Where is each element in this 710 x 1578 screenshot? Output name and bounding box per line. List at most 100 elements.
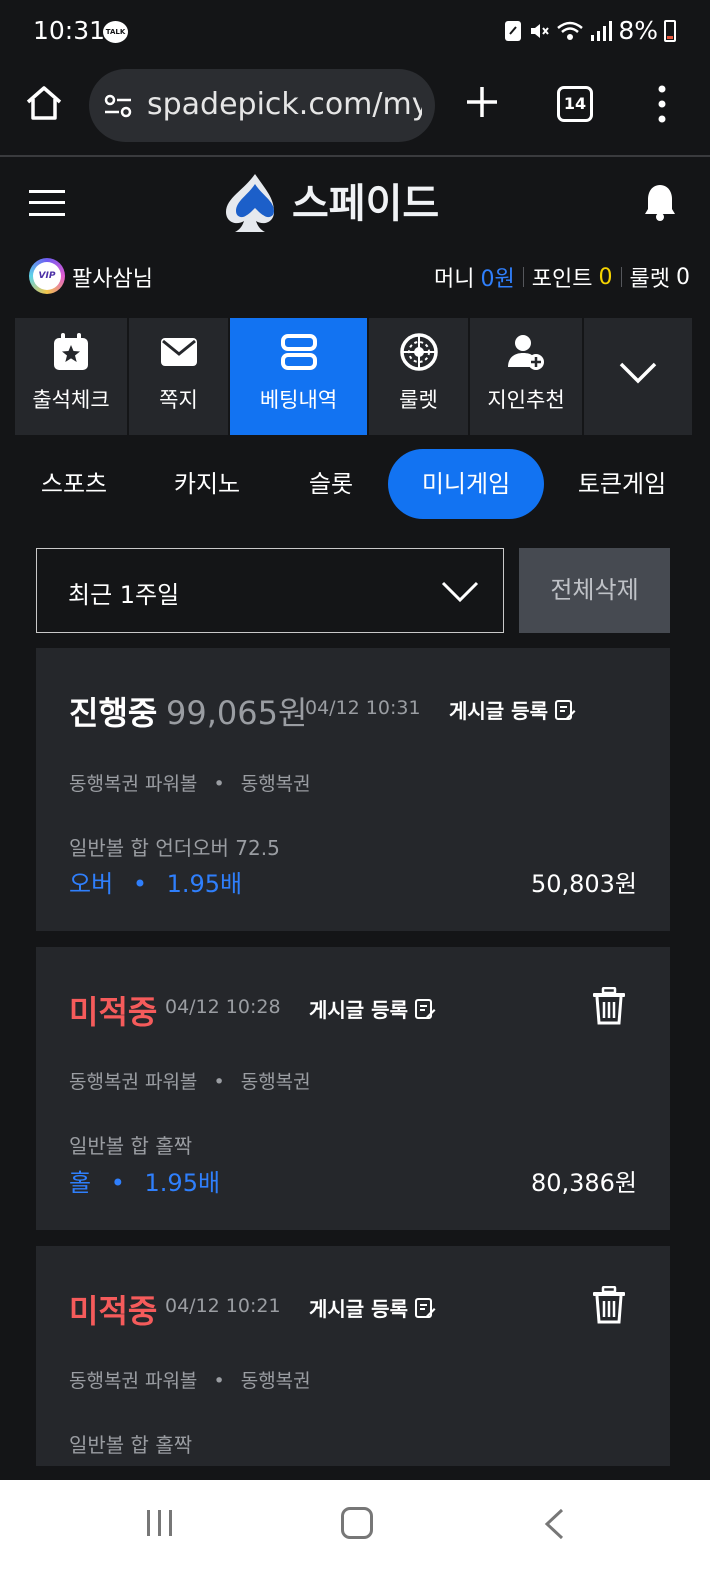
delete-all-button[interactable]: 전체삭제 bbox=[519, 548, 670, 633]
post-register-link[interactable]: 게시글 등록 bbox=[309, 1293, 436, 1322]
add-user-icon bbox=[508, 335, 544, 370]
quick-nav: 출석체크 쪽지 베팅내역 룰렛 지인추천 bbox=[15, 318, 692, 435]
edit-post-icon bbox=[414, 998, 436, 1019]
tab-casino[interactable]: 카지노 bbox=[153, 449, 261, 519]
bet-market: 일반볼 합 홀짝 bbox=[69, 1134, 193, 1158]
spade-logo[interactable]: 스페이드 bbox=[222, 170, 482, 236]
quick-nav-messages[interactable]: 쪽지 bbox=[129, 318, 228, 435]
browser-toolbar: spadepick.com/my/l 14 bbox=[0, 64, 710, 157]
status-right: 8% bbox=[504, 16, 676, 45]
bet-card: 미적중 04/12 10:21 게시글 등록 동행복권 파워볼 • 동행복권 일… bbox=[36, 1246, 670, 1466]
post-register-link[interactable]: 게시글 등록 bbox=[449, 695, 576, 724]
bell-icon[interactable] bbox=[644, 183, 676, 221]
tab-token-game[interactable]: 토큰게임 bbox=[562, 449, 682, 519]
roulette-icon bbox=[399, 333, 438, 371]
points-value: 0 bbox=[598, 264, 613, 290]
bet-pick-row: 오버 • 1.95배 bbox=[69, 870, 243, 898]
balance-summary: 머니 0원 포인트 0 룰렛 0 bbox=[434, 261, 690, 293]
bet-datetime: 04/12 10:31 bbox=[305, 697, 421, 719]
site-settings-icon[interactable] bbox=[103, 91, 133, 121]
bet-game: 동행복권 파워볼 bbox=[69, 1071, 198, 1093]
system-home-button[interactable] bbox=[341, 1507, 373, 1539]
status-time: 10:31 bbox=[33, 16, 106, 45]
tab-sports[interactable]: 스포츠 bbox=[20, 449, 128, 519]
vip-badge: VIP bbox=[29, 258, 65, 294]
more-menu-icon[interactable] bbox=[655, 84, 669, 124]
bet-game: 동행복권 파워볼 bbox=[69, 773, 198, 795]
svg-text:스페이드: 스페이드 bbox=[292, 181, 439, 227]
bet-card: 미적중 04/12 10:28 게시글 등록 동행복권 파워볼 • 동행복권 일… bbox=[36, 947, 670, 1230]
period-select[interactable]: 최근 1주일 bbox=[36, 548, 504, 633]
quick-nav-bet-history[interactable]: 베팅내역 bbox=[230, 318, 367, 435]
chevron-down-icon bbox=[619, 362, 657, 384]
new-tab-icon[interactable] bbox=[463, 83, 501, 121]
app-root: 10:31 TALK 8% spadepick.com/my/l 14 스페이드… bbox=[0, 0, 710, 1578]
tab-minigame[interactable]: 미니게임 bbox=[388, 449, 544, 519]
tab-switcher-button[interactable]: 14 bbox=[557, 86, 593, 122]
bet-game: 동행복권 파워볼 bbox=[69, 1370, 198, 1392]
system-nav-bar bbox=[0, 1480, 710, 1578]
envelope-icon bbox=[160, 338, 197, 366]
post-register-link[interactable]: 게시글 등록 bbox=[309, 994, 436, 1023]
sub-tabs: 스포츠 카지노 슬롯 미니게임 토큰게임 bbox=[0, 449, 710, 521]
bet-amount: 99,065원 bbox=[166, 694, 308, 732]
address-bar[interactable]: spadepick.com/my/l bbox=[89, 69, 435, 142]
site-header: 스페이드 bbox=[0, 159, 710, 247]
bet-datetime: 04/12 10:21 bbox=[165, 1295, 281, 1317]
url-text: spadepick.com/my/l bbox=[147, 87, 422, 122]
bet-status: 미적중 bbox=[69, 1292, 158, 1330]
calendar-star-icon bbox=[54, 333, 88, 370]
bet-datetime: 04/12 10:28 bbox=[165, 996, 281, 1018]
period-select-value: 최근 1주일 bbox=[68, 581, 180, 609]
bet-provider: 동행복권 bbox=[240, 1370, 311, 1392]
points-label: 포인트 bbox=[531, 267, 593, 292]
tab-slot[interactable]: 슬롯 bbox=[290, 449, 372, 519]
wifi-icon bbox=[557, 21, 584, 40]
bet-market: 일반볼 합 홀짝 bbox=[69, 1433, 193, 1457]
trash-icon[interactable] bbox=[592, 1286, 626, 1324]
bet-game-row: 동행복권 파워볼 • 동행복권 bbox=[69, 1071, 311, 1093]
bet-odds: 1.95배 bbox=[144, 1169, 221, 1197]
hamburger-menu-icon[interactable] bbox=[29, 189, 65, 217]
bet-game-row: 동행복권 파워볼 • 동행복권 bbox=[69, 773, 311, 795]
status-icons bbox=[504, 20, 613, 42]
bet-pick: 홀 bbox=[69, 1169, 92, 1197]
bet-game-row: 동행복권 파워볼 • 동행복권 bbox=[69, 1370, 311, 1392]
edit-post-icon bbox=[414, 1297, 436, 1318]
status-bar: 10:31 TALK 8% bbox=[0, 0, 710, 64]
quick-nav-roulette[interactable]: 룰렛 bbox=[369, 318, 468, 435]
bet-provider: 동행복권 bbox=[240, 1071, 311, 1093]
bet-payout: 50,803원 bbox=[530, 870, 637, 898]
bet-status: 미적중 bbox=[69, 993, 158, 1031]
trash-icon[interactable] bbox=[592, 987, 626, 1025]
bet-payout: 80,386원 bbox=[530, 1169, 637, 1197]
bet-history-icon bbox=[280, 334, 317, 370]
quick-nav-attendance[interactable]: 출석체크 bbox=[15, 318, 127, 435]
mute-icon bbox=[531, 23, 550, 38]
roulette-value: 0 bbox=[676, 264, 690, 290]
bet-market: 일반볼 합 언더오버 72.5 bbox=[69, 836, 280, 860]
bet-card: 진행중 99,065원 04/12 10:31 게시글 등록 동행복권 파워볼 … bbox=[36, 648, 670, 931]
bet-provider: 동행복권 bbox=[240, 773, 311, 795]
signal-icon bbox=[591, 20, 613, 41]
quick-nav-more-button[interactable] bbox=[584, 318, 692, 435]
nfc-icon bbox=[505, 20, 522, 41]
battery-percent: 8% bbox=[618, 16, 658, 45]
roulette-label: 룰렛 bbox=[629, 267, 670, 292]
bet-pick: 오버 bbox=[69, 870, 114, 898]
recent-apps-icon[interactable] bbox=[145, 1509, 175, 1537]
user-info-row: VIP 팔사삼님 머니 0원 포인트 0 룰렛 0 bbox=[0, 247, 710, 303]
money-value: 0원 bbox=[480, 267, 515, 292]
bet-pick-row: 홀 • 1.95배 bbox=[69, 1169, 221, 1197]
username: 팔사삼님 bbox=[72, 267, 153, 292]
edit-post-icon bbox=[554, 699, 576, 720]
home-icon[interactable] bbox=[24, 83, 64, 123]
chevron-down-icon bbox=[441, 581, 479, 603]
quick-nav-referral[interactable]: 지인추천 bbox=[470, 318, 582, 435]
battery-icon bbox=[664, 19, 676, 42]
bet-status: 진행중 bbox=[69, 694, 158, 732]
back-icon[interactable] bbox=[543, 1508, 565, 1540]
bet-odds: 1.95배 bbox=[166, 870, 243, 898]
money-label: 머니 bbox=[434, 267, 475, 292]
talk-notification-icon: TALK bbox=[103, 21, 128, 43]
